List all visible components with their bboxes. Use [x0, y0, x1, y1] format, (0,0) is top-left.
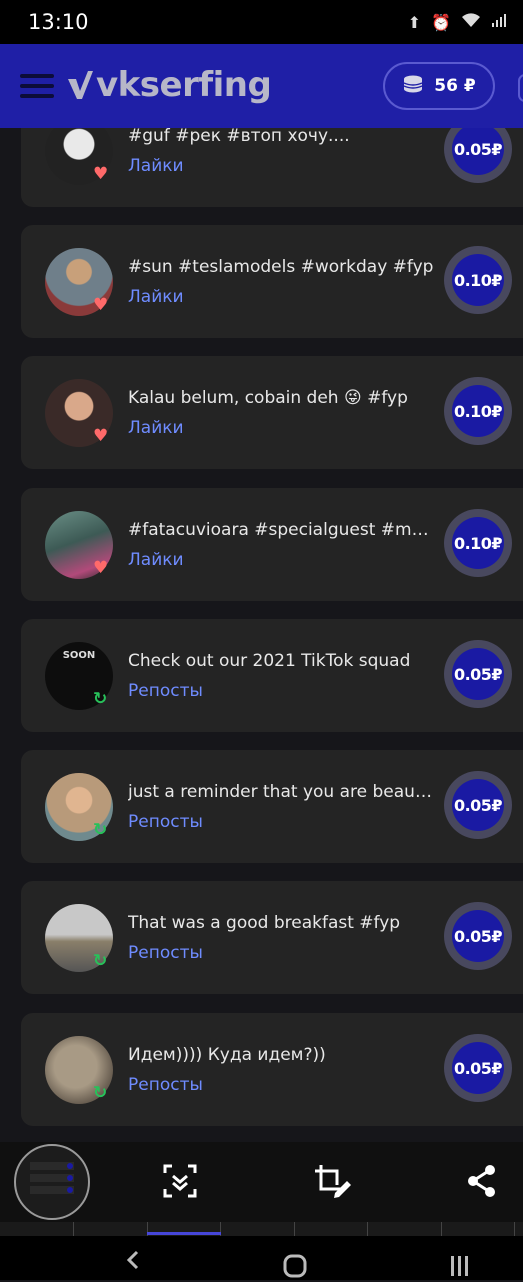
price-label: 0.05₽: [452, 1042, 504, 1094]
task-list: ♥ #guf #рек #втоп хочу.... Лайки 0.05₽ ♥…: [0, 128, 523, 1140]
task-title: Kalau belum, cobain deh 😜 #fyp: [128, 388, 408, 408]
price-label: 0.10₽: [452, 517, 504, 569]
system-nav-bar: [0, 1236, 523, 1280]
tab-divider: [294, 1222, 295, 1236]
task-title: #sun #teslamodels #workday #fyp: [128, 257, 434, 277]
price-button[interactable]: 0.05₽: [444, 640, 512, 708]
recents-icon[interactable]: [440, 1242, 480, 1278]
app-header: vkserfing 56 ₽: [0, 44, 523, 128]
heart-icon: ♥: [93, 426, 109, 446]
home-icon[interactable]: [275, 1242, 315, 1278]
task-card[interactable]: ↻ just a reminder that you are beautiful…: [21, 750, 523, 863]
task-card[interactable]: ↻ That was a good breakfast #fyp Репосты…: [21, 881, 523, 994]
heart-icon: ♥: [93, 558, 109, 578]
task-type: Репосты: [128, 812, 203, 832]
status-icons: ⬆ ⏰: [408, 12, 507, 32]
task-card[interactable]: ♥ #fatacuvioara #specialguest #music Лай…: [21, 488, 523, 601]
task-title: #fatacuvioara #specialguest #music: [128, 520, 434, 540]
balance-button[interactable]: 56 ₽: [383, 62, 495, 110]
status-time: 13:10: [28, 10, 89, 34]
task-card[interactable]: ♥ #guf #рек #втоп хочу.... Лайки 0.05₽: [21, 128, 523, 207]
tab-divider: [367, 1222, 368, 1236]
repost-icon: ↻: [93, 951, 108, 971]
task-type: Репосты: [128, 943, 203, 963]
task-title: That was a good breakfast #fyp: [128, 913, 401, 933]
balance-amount: 56 ₽: [434, 76, 476, 96]
alarm-icon: ⏰: [431, 12, 451, 32]
task-type: Лайки: [128, 550, 184, 570]
task-title: Идем)))) Куда идем?)): [128, 1045, 326, 1065]
price-label: 0.10₽: [452, 385, 504, 437]
task-card[interactable]: SOON ↻ Check out our 2021 TikTok squad Р…: [21, 619, 523, 732]
partial-button[interactable]: [518, 74, 523, 102]
avatar-text: SOON: [62, 650, 96, 661]
tab-divider: [441, 1222, 442, 1236]
tab-active-indicator: [147, 1232, 221, 1235]
bottom-tab-strip: [0, 1222, 523, 1236]
wifi-icon: [461, 12, 481, 32]
task-type: Репосты: [128, 1075, 203, 1095]
scroll-capture-icon[interactable]: [162, 1163, 198, 1199]
task-type: Лайки: [128, 418, 184, 438]
signal-icon: [491, 12, 507, 32]
crop-edit-icon[interactable]: [313, 1163, 351, 1199]
task-card[interactable]: ♥ #sun #teslamodels #workday #fyp Лайки …: [21, 225, 523, 338]
price-button[interactable]: 0.05₽: [444, 771, 512, 839]
status-bar: 13:10 ⬆ ⏰: [0, 0, 523, 44]
price-button[interactable]: 0.10₽: [444, 377, 512, 445]
repost-icon: ↻: [93, 820, 108, 840]
tab-divider: [514, 1222, 515, 1236]
price-button[interactable]: 0.05₽: [444, 128, 512, 183]
task-title: just a reminder that you are beautiful: [128, 782, 434, 802]
upload-icon: ⬆: [407, 12, 422, 32]
price-label: 0.05₽: [452, 128, 504, 175]
task-card[interactable]: ↻ Идем)))) Куда идем?)) Репосты 0.05₽: [21, 1013, 523, 1126]
task-type: Репосты: [128, 681, 203, 701]
app-logo: vkserfing: [66, 60, 272, 110]
price-label: 0.05₽: [452, 779, 504, 831]
task-title: #guf #рек #втоп хочу....: [128, 128, 350, 146]
screenshot-thumbnail[interactable]: [14, 1144, 90, 1220]
price-label: 0.05₽: [452, 648, 504, 700]
logo-mark-icon: [68, 71, 93, 99]
price-label: 0.10₽: [452, 254, 504, 306]
tab-divider: [73, 1222, 74, 1236]
price-button[interactable]: 0.10₽: [444, 509, 512, 577]
back-icon[interactable]: [115, 1242, 155, 1278]
task-type: Лайки: [128, 287, 184, 307]
price-label: 0.05₽: [452, 910, 504, 962]
menu-icon[interactable]: [20, 74, 54, 98]
heart-icon: ♥: [93, 295, 109, 315]
thumbnail-preview-icon: [30, 1162, 74, 1194]
task-title: Check out our 2021 TikTok squad: [128, 651, 411, 671]
repost-icon: ↻: [93, 1083, 108, 1103]
task-card[interactable]: ♥ Kalau belum, cobain deh 😜 #fyp Лайки 0…: [21, 356, 523, 469]
share-icon[interactable]: [466, 1163, 502, 1199]
repost-icon: ↻: [93, 689, 108, 709]
coins-icon: [402, 74, 424, 99]
price-button[interactable]: 0.05₽: [444, 1034, 512, 1102]
price-button[interactable]: 0.05₽: [444, 902, 512, 970]
price-button[interactable]: 0.10₽: [444, 246, 512, 314]
logo-text: vkserfing: [96, 65, 272, 105]
task-type: Лайки: [128, 156, 184, 176]
heart-icon: ♥: [93, 164, 109, 184]
